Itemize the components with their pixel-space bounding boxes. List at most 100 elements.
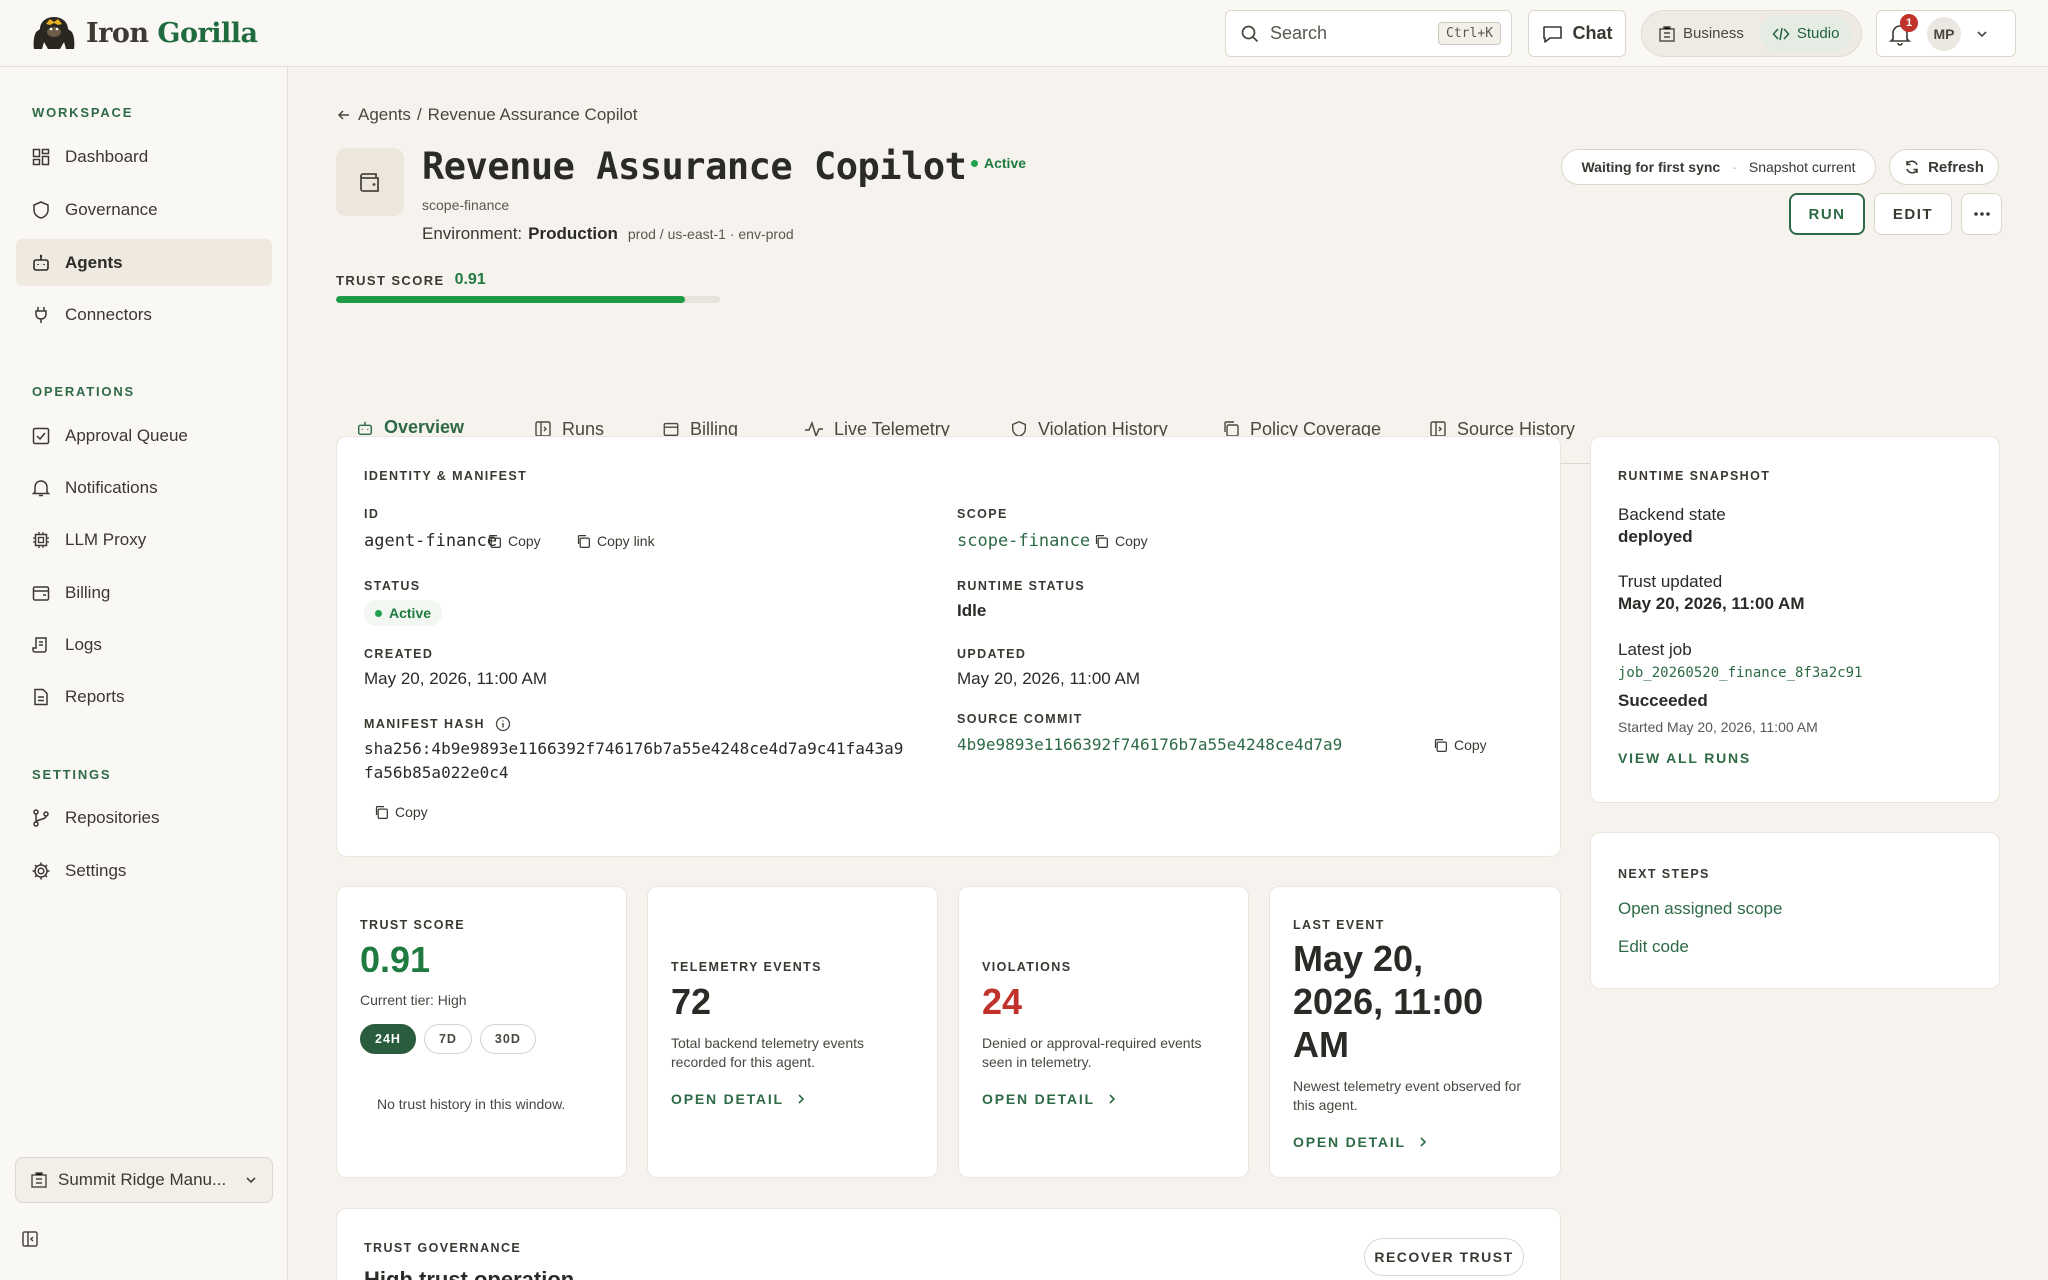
metric-value: 72: [671, 981, 712, 1022]
metric-value: May 20, 2026, 11:00 AM: [1293, 938, 1484, 1065]
page-title: Revenue Assurance Copilot: [422, 145, 967, 188]
metric-value: 0.91: [360, 939, 431, 980]
metric-label: TELEMETRY EVENTS: [671, 960, 822, 974]
sidebar: WORKSPACE Dashboard Governance Agents Co…: [0, 67, 288, 1280]
open-detail-link[interactable]: OPEN DETAIL: [671, 1091, 806, 1107]
sidebar-item-llm-proxy[interactable]: LLM Proxy: [16, 516, 272, 563]
metric-description: Denied or approval-required events seen …: [982, 1035, 1202, 1070]
view-all-runs-link[interactable]: VIEW ALL RUNS: [1618, 750, 1751, 766]
sidebar-item-reports[interactable]: Reports: [16, 673, 272, 720]
copy-scope-button[interactable]: Copy: [1094, 533, 1148, 549]
open-detail-link[interactable]: OPEN DETAIL: [982, 1091, 1117, 1107]
card-title: NEXT STEPS: [1618, 867, 1710, 881]
open-detail-link[interactable]: OPEN DETAIL: [1293, 1134, 1428, 1150]
copy-link-button[interactable]: Copy link: [576, 533, 655, 549]
collapse-sidebar-button[interactable]: [21, 1230, 39, 1248]
created-value: May 20, 2026, 11:00 AM: [364, 669, 548, 688]
updated-value: May 20, 2026, 11:00 AM: [957, 669, 1141, 688]
trust-score-header: TRUST SCORE 0.91: [336, 271, 486, 288]
metric-label: VIOLATIONS: [982, 960, 1072, 974]
scope-link[interactable]: scope-finance: [957, 531, 1090, 551]
range-24h-button[interactable]: 24H: [360, 1024, 416, 1054]
backend-state-label: Backend state: [1618, 505, 1726, 524]
copy-icon: [488, 534, 501, 548]
copy-id-button[interactable]: Copy: [487, 533, 541, 549]
sidebar-item-notifications[interactable]: Notifications: [16, 464, 272, 511]
range-7d-button[interactable]: 7D: [423, 1024, 472, 1054]
brand-name: Iron Gorilla: [86, 17, 258, 49]
runtime-status-label: RUNTIME STATUS: [957, 579, 1086, 593]
sidebar-item-connectors[interactable]: Connectors: [16, 291, 272, 338]
notification-badge: 1: [1900, 13, 1918, 32]
sidebar-item-dashboard[interactable]: Dashboard: [16, 133, 272, 180]
copy-commit-button[interactable]: Copy: [1433, 737, 1487, 753]
agent-id: agent-finance: [364, 531, 498, 551]
dashboard-icon: [32, 148, 50, 165]
source-commit-label: SOURCE COMMIT: [957, 712, 1083, 726]
mode-business[interactable]: Business: [1646, 15, 1756, 52]
copy-icon: [1095, 534, 1108, 548]
info-icon[interactable]: [495, 716, 511, 732]
sidebar-item-settings[interactable]: Settings: [16, 847, 272, 894]
breadcrumb-separator: /: [416, 105, 422, 124]
org-name: Summit Ridge Manu...: [58, 1170, 227, 1189]
governance-heading: High trust operation: [364, 1267, 575, 1280]
trust-score-bar: [336, 296, 720, 303]
open-assigned-scope-link[interactable]: Open assigned scope: [1618, 899, 1782, 919]
sidebar-item-agents[interactable]: Agents: [16, 239, 272, 286]
sidebar-item-billing[interactable]: Billing: [16, 569, 272, 616]
status-label: STATUS: [364, 579, 421, 593]
refresh-icon: [1906, 160, 1918, 174]
sidebar-item-repositories[interactable]: Repositories: [16, 794, 272, 841]
scroll-icon: [32, 636, 47, 653]
bell-icon: [31, 479, 51, 496]
sync-status: Waiting for first sync · Snapshot curren…: [1561, 149, 1876, 185]
run-button[interactable]: RUN: [1789, 193, 1865, 235]
breadcrumb-agents[interactable]: Agents: [358, 105, 411, 125]
trust-updated-label: Trust updated: [1618, 572, 1723, 591]
chevron-down-icon: [246, 1177, 256, 1184]
chat-button[interactable]: Chat: [1528, 10, 1626, 57]
sidebar-item-approval-queue[interactable]: Approval Queue: [16, 412, 272, 459]
brand-logo[interactable]: Iron Gorilla: [30, 14, 258, 52]
recover-trust-button[interactable]: RECOVER TRUST: [1364, 1238, 1524, 1276]
telemetry-events-card: TELEMETRY EVENTS 72 Total backend teleme…: [647, 886, 938, 1178]
runtime-snapshot-card: RUNTIME SNAPSHOT Backend state deployed …: [1590, 436, 2000, 803]
top-bar: Iron Gorilla Search Ctrl+K Chat Business…: [0, 0, 2048, 67]
sidebar-item-logs[interactable]: Logs: [16, 621, 272, 668]
search-input[interactable]: Search Ctrl+K: [1225, 10, 1512, 57]
refresh-button[interactable]: Refresh: [1889, 149, 1999, 185]
sidebar-section-settings: SETTINGS: [32, 767, 112, 782]
mode-studio[interactable]: Studio: [1759, 15, 1852, 52]
card-title: IDENTITY & MANIFEST: [364, 469, 528, 483]
org-switcher[interactable]: Summit Ridge Manu...: [15, 1157, 273, 1203]
latest-job-link[interactable]: job_20260520_finance_8f3a2c91: [1618, 665, 1862, 681]
search-shortcut: Ctrl+K: [1438, 22, 1501, 45]
source-commit-link[interactable]: 4b9e9893e1166392f746176b7a55e4248ce4d7a9: [957, 735, 1342, 754]
chevron-right-icon: [798, 1094, 805, 1104]
card-title: TRUST GOVERNANCE: [364, 1241, 522, 1255]
sidebar-item-governance[interactable]: Governance: [16, 186, 272, 233]
next-steps-card: NEXT STEPS Open assigned scope Edit code: [1590, 832, 2000, 989]
user-menu[interactable]: 1 MP: [1876, 10, 2016, 57]
document-icon: [34, 688, 48, 705]
edit-code-link[interactable]: Edit code: [1618, 937, 1689, 957]
identity-manifest-card: IDENTITY & MANIFEST ID agent-finance Cop…: [336, 436, 1561, 857]
range-30d-button[interactable]: 30D: [479, 1024, 536, 1054]
job-status: Succeeded: [1618, 691, 1708, 710]
edit-button[interactable]: EDIT: [1874, 193, 1952, 235]
copy-icon: [577, 534, 590, 548]
manifest-hash-label: MANIFEST HASH: [364, 716, 511, 732]
check-square-icon: [32, 427, 50, 444]
avatar[interactable]: MP: [1927, 16, 1961, 51]
more-actions-button[interactable]: [1961, 193, 2002, 235]
manifest-hash: sha256:4b9e9893e1166392f746176b7a55e4248…: [364, 739, 904, 782]
copy-hash-button[interactable]: Copy: [374, 804, 428, 820]
trust-governance-card: TRUST GOVERNANCE High trust operation RE…: [336, 1208, 1561, 1280]
chevron-right-icon: [1420, 1137, 1427, 1147]
job-started: Started May 20, 2026, 11:00 AM: [1618, 719, 1818, 735]
metric-value: 24: [982, 981, 1023, 1022]
notifications-button[interactable]: 1: [1889, 13, 1918, 46]
runtime-status: Idle: [957, 601, 987, 620]
arrow-left-icon: [337, 110, 349, 120]
